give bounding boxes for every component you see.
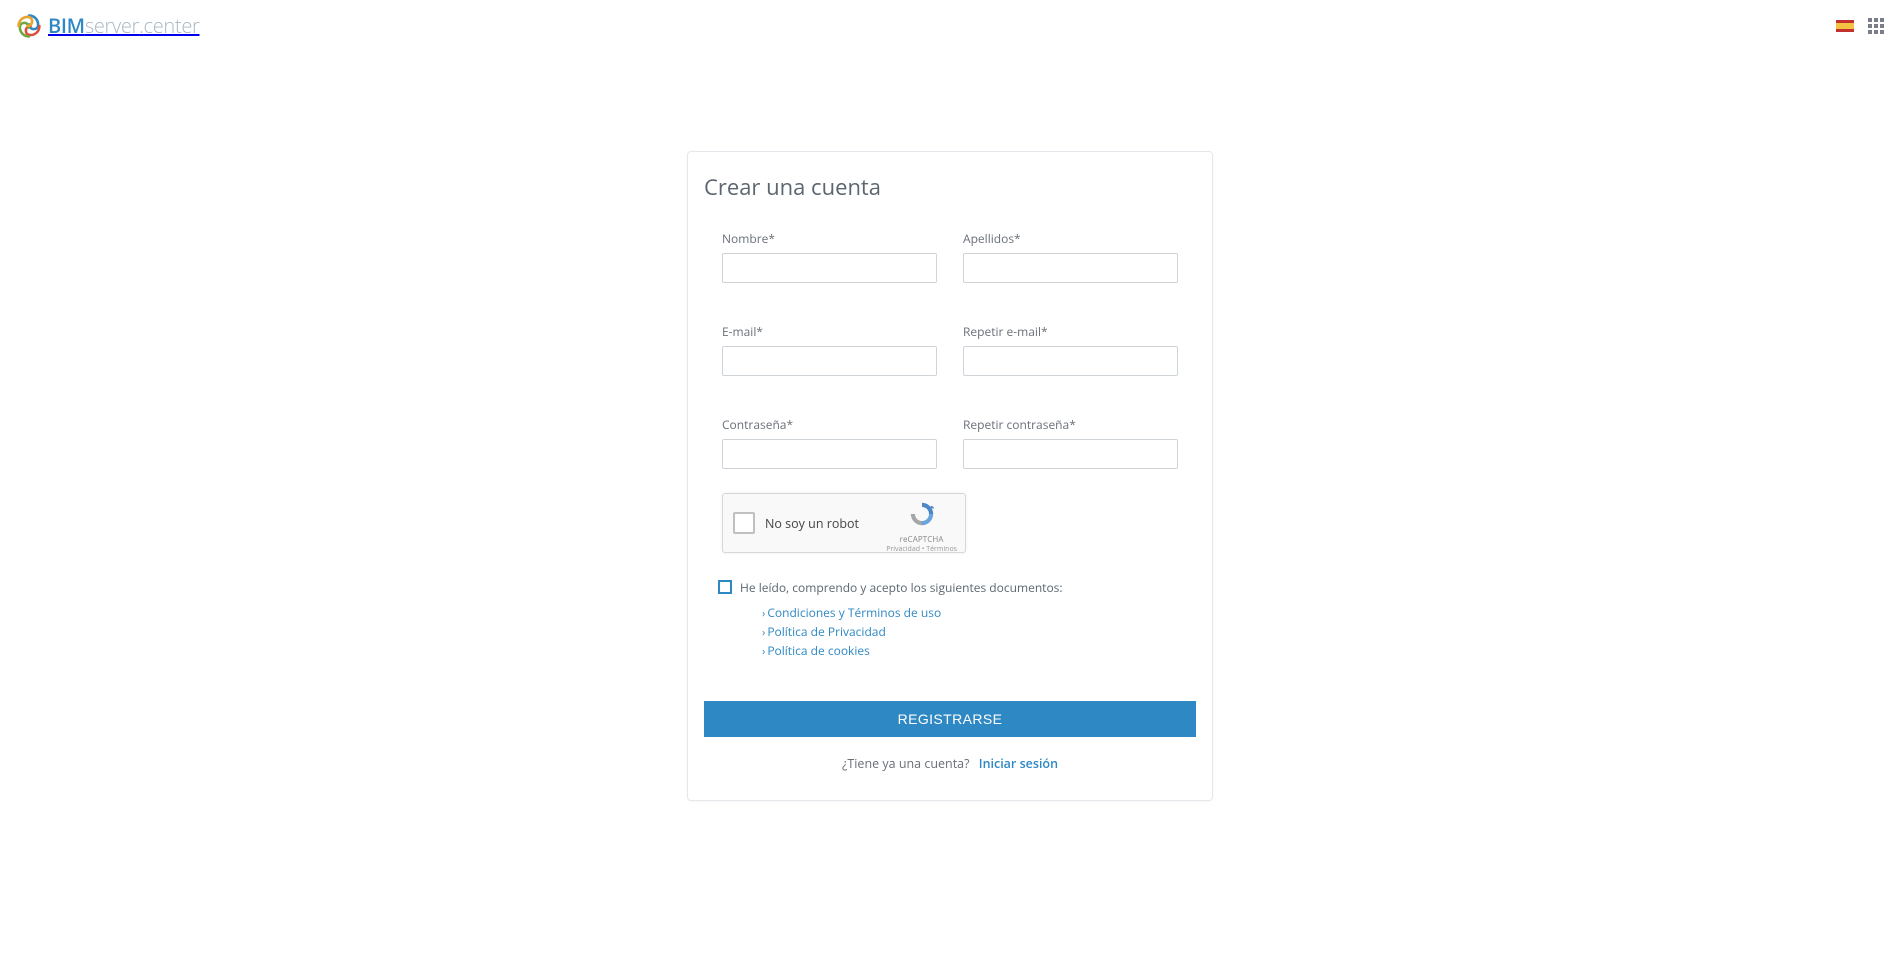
repeat-email-label: Repetir e-mail* [963,323,1178,340]
recaptcha-brand: reCAPTCHA [886,534,957,545]
header: BIMserver.center [0,0,1900,51]
password-input[interactable] [722,439,937,469]
logo-text: BIMserver.center [48,12,200,39]
field-apellidos: Apellidos* [963,230,1178,283]
email-label: E-mail* [722,323,937,340]
field-email: E-mail* [722,323,937,376]
register-card: Crear una cuenta Nombre* Apellidos* E-ma… [687,151,1213,801]
form-grid: Nombre* Apellidos* E-mail* Repetir e-mai… [704,230,1196,469]
header-right [1836,18,1884,34]
terms-section: He leído, comprendo y acepto los siguien… [718,579,1178,659]
recaptcha-branding: reCAPTCHA Privacidad • Términos [886,500,957,554]
terms-links-list: ›Condiciones y Términos de uso ›Política… [762,604,1178,659]
terms-link-cookies[interactable]: Política de cookies [767,642,870,659]
logo-link[interactable]: BIMserver.center [16,12,200,39]
field-nombre: Nombre* [722,230,937,283]
repeat-email-input[interactable] [963,346,1178,376]
email-input[interactable] [722,346,937,376]
card-wrap: Crear una cuenta Nombre* Apellidos* E-ma… [0,51,1900,801]
chevron-right-icon: › [762,606,765,621]
chevron-right-icon: › [762,625,765,640]
chevron-right-icon: › [762,644,765,659]
terms-checkbox[interactable] [718,580,732,594]
language-flag-es[interactable] [1836,20,1854,32]
logo-server: server [85,12,139,39]
password-label: Contraseña* [722,416,937,433]
repeat-password-input[interactable] [963,439,1178,469]
register-button[interactable]: REGISTRARSE [704,701,1196,737]
logo-bim: BIM [48,12,85,39]
field-repeat-email: Repetir e-mail* [963,323,1178,376]
recaptcha-links: Privacidad • Términos [886,545,957,554]
nombre-label: Nombre* [722,230,937,247]
terms-link-privacy[interactable]: Política de Privacidad [767,623,885,640]
terms-accept-text: He leído, comprendo y acepto los siguien… [740,579,1063,596]
field-repeat-password: Repetir contraseña* [963,416,1178,469]
apps-menu-icon[interactable] [1868,18,1884,34]
terms-link-conditions[interactable]: Condiciones y Términos de uso [767,604,941,621]
recaptcha-icon [908,500,936,528]
apellidos-label: Apellidos* [963,230,1178,247]
nombre-input[interactable] [722,253,937,283]
recaptcha-checkbox[interactable] [733,512,755,534]
apellidos-input[interactable] [963,253,1178,283]
logo-center: center [144,12,200,39]
recaptcha-widget[interactable]: No soy un robot reCAPTCHA Privacidad • T… [722,493,966,553]
login-prompt: ¿Tiene ya una cuenta? [842,755,970,772]
card-title: Crear una cuenta [704,172,1196,202]
repeat-password-label: Repetir contraseña* [963,416,1178,433]
logo-icon [16,13,42,39]
field-password: Contraseña* [722,416,937,469]
login-line: ¿Tiene ya una cuenta? Iniciar sesión [704,755,1196,772]
login-link[interactable]: Iniciar sesión [979,755,1058,772]
recaptcha-label: No soy un robot [765,515,859,532]
